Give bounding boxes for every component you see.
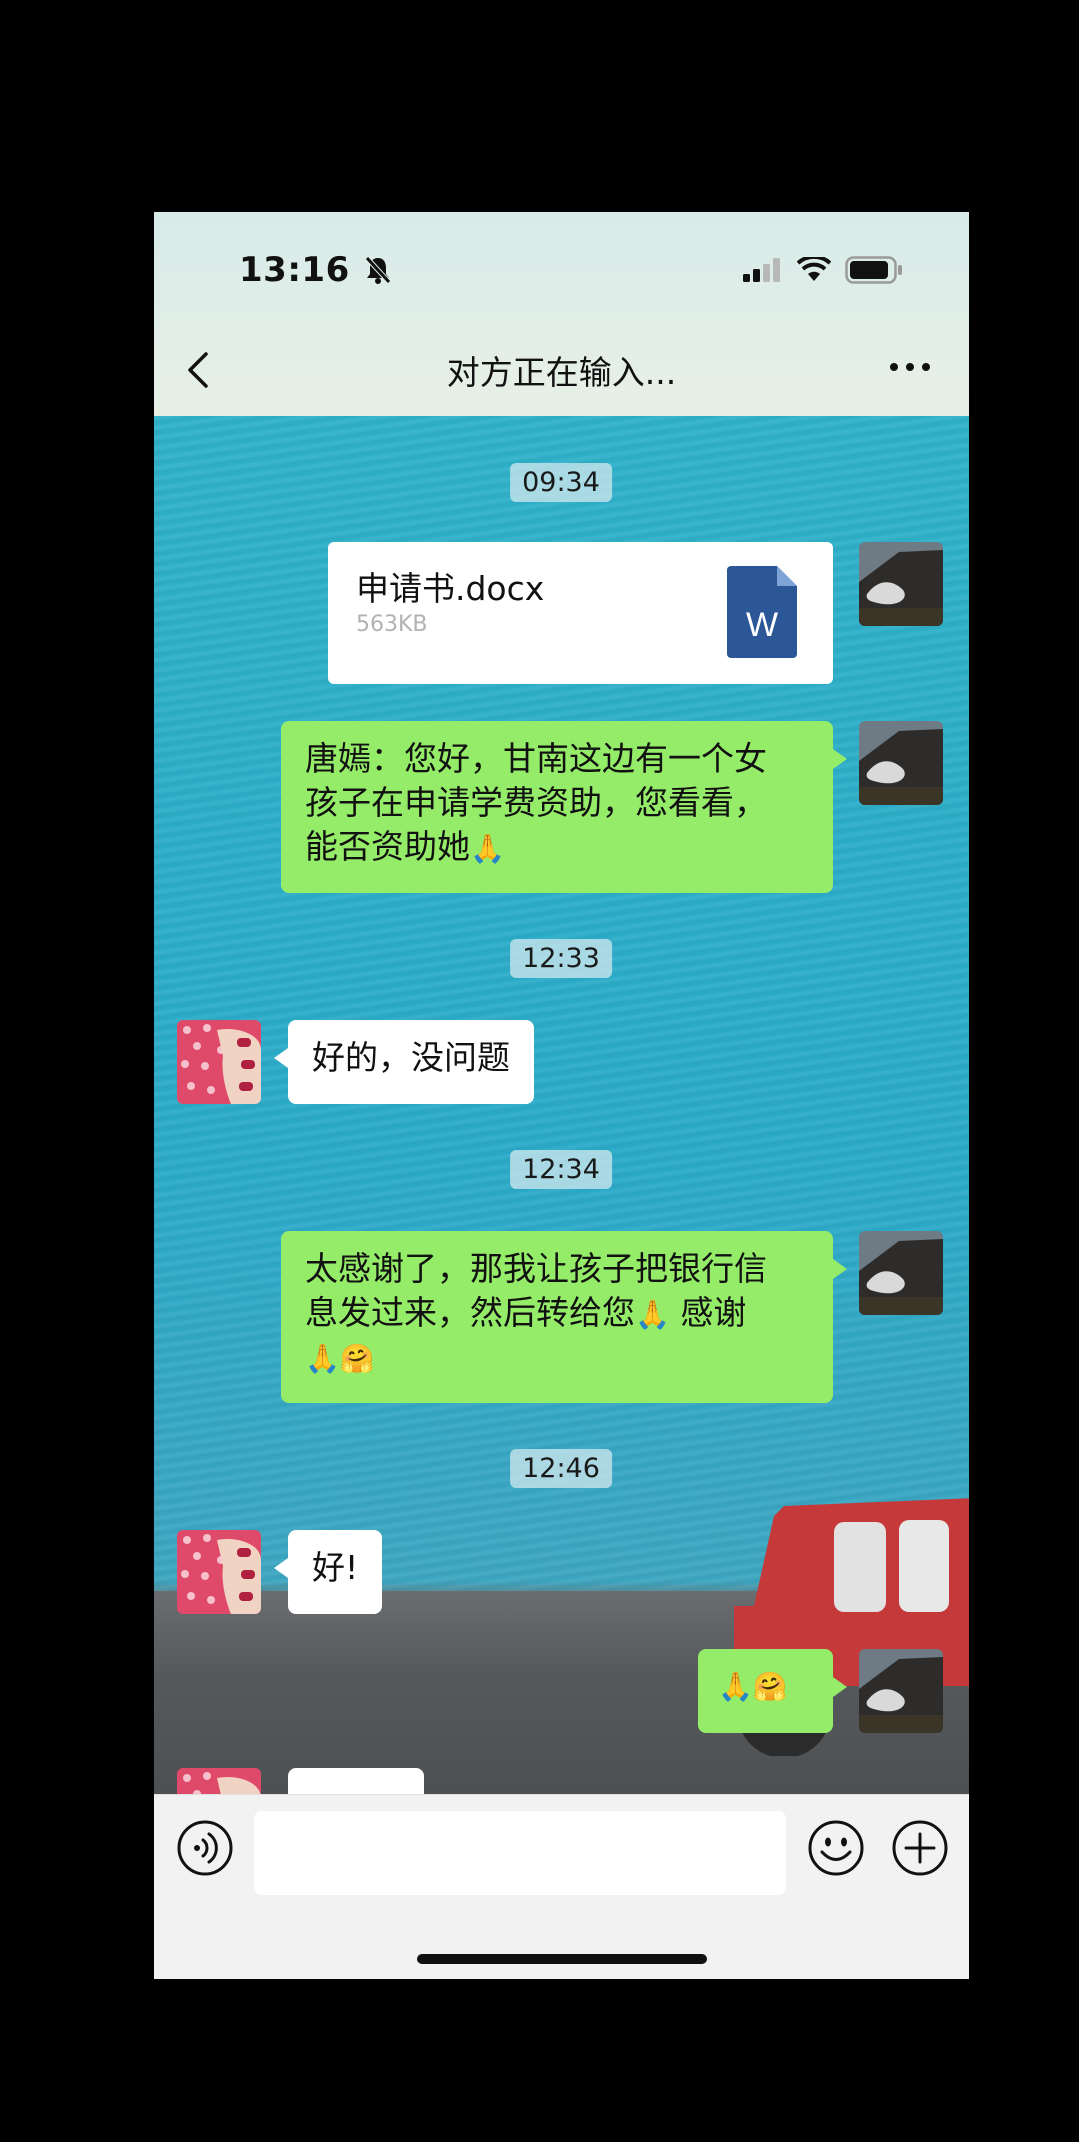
timestamp: 12:33 — [510, 939, 612, 978]
word-document-icon: W — [727, 566, 797, 658]
chat-title: 对方正在输入... — [446, 353, 677, 392]
battery-icon — [845, 256, 902, 284]
input-bar — [154, 1794, 969, 1979]
cellular-signal-icon — [743, 258, 780, 282]
message-line: 孩子在申请学费资助，您看看， — [305, 783, 767, 822]
voice-input-icon[interactable] — [176, 1819, 234, 1877]
timestamp: 09:34 — [510, 463, 612, 502]
chat-area[interactable]: 09:34 申请书.docx 563KB W 唐嫣：您好，甘南这边有一个女 孩子… — [154, 416, 969, 1794]
message-line: 太感谢了，那我让孩子把银行信 — [305, 1249, 767, 1288]
message-line: 🙏🤗 — [305, 1342, 375, 1375]
svg-text:W: W — [746, 606, 778, 644]
phone-screen: 13:16 对方正在输入... 09:34 申请书.docx 563KB W 唐… — [154, 212, 969, 1979]
avatar-self[interactable] — [859, 1231, 943, 1315]
message-bubble-received[interactable]: 好! — [273, 1530, 383, 1614]
emoji-message: 🙏🤗 — [718, 1670, 788, 1703]
folded-hands-emoji: 🙏 — [470, 832, 505, 865]
status-icons — [743, 256, 903, 284]
ellipsis-icon[interactable] — [887, 352, 933, 382]
message-input[interactable] — [254, 1811, 786, 1895]
status-time: 13:16 — [239, 250, 392, 290]
avatar-contact[interactable] — [177, 1530, 261, 1614]
home-indicator[interactable] — [417, 1954, 707, 1964]
smiley-icon[interactable] — [807, 1819, 865, 1877]
timestamp: 12:34 — [510, 1150, 612, 1189]
message-bubble-received[interactable] — [288, 1768, 424, 1794]
bell-slash-icon — [365, 256, 391, 284]
avatar-self[interactable] — [859, 721, 943, 805]
folded-hands-emoji: 🙏 — [635, 1298, 670, 1331]
file-size: 563KB — [356, 612, 428, 637]
message-line: 能否资助她🙏 — [305, 827, 505, 866]
avatar-contact[interactable] — [177, 1020, 261, 1104]
message-bubble-sent[interactable]: 唐嫣：您好，甘南这边有一个女 孩子在申请学费资助，您看看， 能否资助她🙏 — [281, 721, 847, 893]
plus-circle-icon[interactable] — [891, 1819, 949, 1877]
message-line: 唐嫣：您好，甘南这边有一个女 — [305, 739, 767, 778]
avatar-self[interactable] — [859, 1649, 943, 1733]
file-message-card[interactable]: 申请书.docx 563KB W — [328, 542, 833, 684]
message-bubble-sent[interactable]: 太感谢了，那我让孩子把银行信 息发过来，然后转给您🙏 感谢 🙏🤗 — [281, 1231, 847, 1403]
file-name: 申请书.docx — [356, 569, 545, 608]
message-bubble-received[interactable]: 好的，没问题 — [274, 1020, 534, 1104]
message-bubble-sent[interactable]: 🙏🤗 — [698, 1649, 847, 1733]
avatar-contact[interactable] — [177, 1768, 261, 1794]
top-bar: 13:16 对方正在输入... — [154, 212, 969, 416]
avatar-self[interactable] — [859, 542, 943, 626]
timestamp: 12:46 — [510, 1449, 612, 1488]
wifi-icon — [797, 257, 831, 281]
message-line: 息发过来，然后转给您🙏 感谢 — [305, 1293, 747, 1332]
